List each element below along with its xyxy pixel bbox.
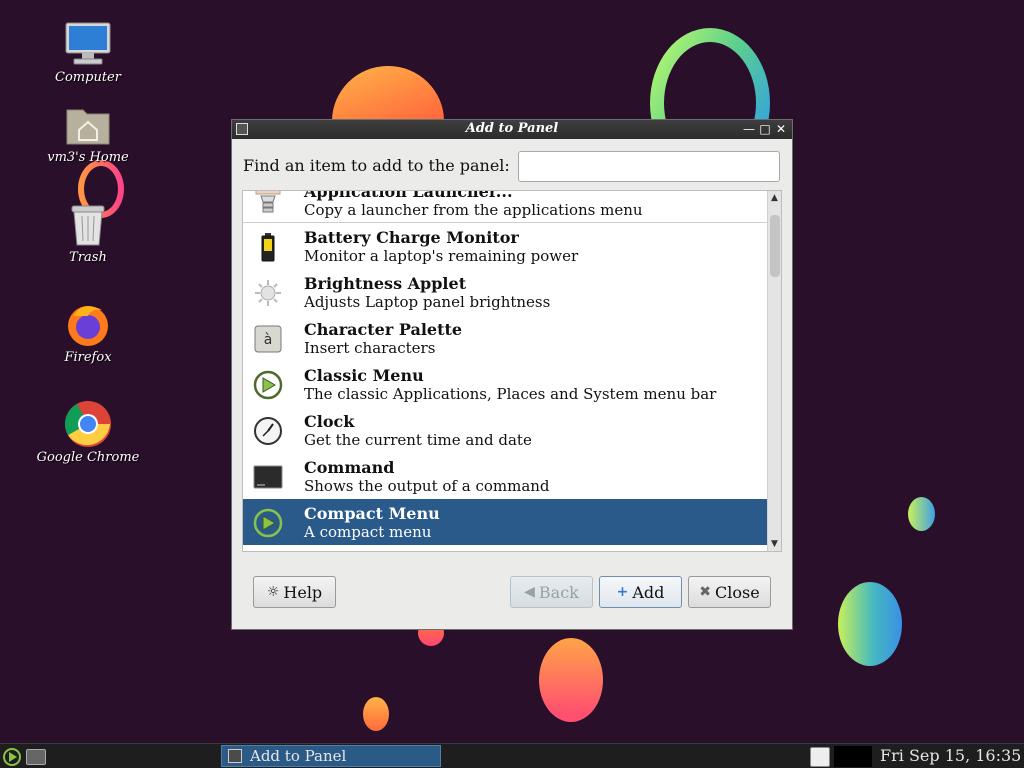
item-name: Clock [304,412,355,431]
find-label: Find an item to add to the panel: [243,156,510,175]
scroll-thumb[interactable] [770,215,780,277]
desktop-icon-home[interactable]: vm3's Home [33,100,143,165]
plus-icon: + [616,584,629,600]
list-item-command[interactable]: Command Shows the output of a command [243,453,769,499]
add-button-label: Add [632,582,665,602]
minimize-button[interactable]: — [742,122,756,136]
close-button[interactable]: ✖ Close [688,576,771,608]
list-item-clock[interactable]: Clock Get the current time and date [243,407,769,453]
firefox-icon [64,300,112,348]
help-button[interactable]: ☼ Help [253,576,336,608]
close-icon: ✖ [699,584,712,600]
list-item-application-launcher[interactable]: Application Launcher... Copy a launcher … [243,190,769,223]
maximize-button[interactable]: □ [758,122,772,136]
list-item-classic-menu[interactable]: Classic Menu The classic Applications, P… [243,361,769,407]
add-button[interactable]: + Add [599,576,682,608]
search-input[interactable] [518,151,780,182]
item-name: Classic Menu [304,366,424,385]
show-desktop-icon[interactable] [26,749,46,765]
wallpaper-shape [363,697,389,731]
back-button-label: Back [538,582,579,602]
desktop-icon-label: Firefox [64,350,112,365]
help-icon: ☼ [266,584,280,600]
scroll-down-arrow-icon[interactable]: ▼ [768,537,781,551]
desktop-icon-label: vm3's Home [47,150,129,165]
item-name: Command [304,458,395,477]
item-description: Shows the output of a command [304,477,550,495]
menu-icon [253,370,283,400]
desktop-icon-trash[interactable]: Trash [33,200,143,265]
chrome-icon [64,400,112,448]
battery-icon [253,232,283,262]
close-window-button[interactable]: ✕ [774,122,788,136]
character-palette-icon: à [253,324,283,354]
desktop-icon-label: Google Chrome [36,450,140,465]
item-list[interactable]: Application Launcher... Copy a launcher … [242,190,782,552]
clock-icon [253,416,283,446]
item-name: Compact Menu [304,504,440,523]
help-button-label: Help [283,582,323,602]
desktop-icon-firefox[interactable]: Firefox [33,300,143,365]
brightness-icon [253,278,283,308]
desktop-icon-computer[interactable]: Computer [33,20,143,85]
window-icon [228,749,242,763]
menu-icon[interactable] [2,747,22,767]
wallpaper-shape [838,582,902,666]
back-button[interactable]: ◀ Back [510,576,593,608]
tray-area [834,746,872,767]
item-description: Copy a launcher from the applications me… [304,201,643,219]
home-folder-icon [64,100,112,148]
item-name: Character Palette [304,320,463,339]
taskbar: Add to Panel Fri Sep 15, 16:35 [0,743,1024,768]
trash-icon [64,200,112,248]
back-arrow-icon: ◀ [524,584,535,600]
close-button-label: Close [715,582,760,602]
launcher-icon [253,191,283,216]
computer-icon [64,20,112,68]
tray-icon[interactable] [810,747,830,767]
clock[interactable]: Fri Sep 15, 16:35 [880,746,1021,765]
add-to-panel-dialog: Add to Panel — □ ✕ Find an item to add t… [231,119,793,630]
item-description: Adjusts Laptop panel brightness [304,293,551,311]
item-name: Battery Charge Monitor [304,228,519,247]
wallpaper-shape [539,638,603,722]
item-name: Application Launcher... [304,190,513,201]
item-description: Insert characters [304,339,436,357]
scroll-up-arrow-icon[interactable]: ▲ [768,191,781,205]
list-item-compact-menu[interactable]: Compact Menu A compact menu [243,499,769,545]
window-title: Add to Panel [465,121,559,136]
taskbar-window-label: Add to Panel [250,747,347,765]
desktop-icon-label: Trash [69,250,107,265]
list-item-character-palette[interactable]: à Character Palette Insert characters [243,315,769,361]
item-description: The classic Applications, Places and Sys… [304,385,717,403]
svg-text:à: à [264,332,273,348]
list-item-brightness-applet[interactable]: Brightness Applet Adjusts Laptop panel b… [243,269,769,315]
item-name: Brightness Applet [304,274,467,293]
item-description: Get the current time and date [304,431,532,449]
menu-icon [253,508,283,538]
terminal-icon [253,462,283,492]
list-item-battery-charge-monitor[interactable]: Battery Charge Monitor Monitor a laptop'… [243,223,769,269]
item-description: A compact menu [304,523,432,541]
desktop-icon-chrome[interactable]: Google Chrome [33,400,143,465]
desktop-icon-label: Computer [55,70,121,85]
taskbar-window-button[interactable]: Add to Panel [221,745,441,767]
list-scrollbar[interactable]: ▲ ▼ [767,191,781,551]
wallpaper-shape [908,497,935,531]
item-description: Monitor a laptop's remaining power [304,247,579,265]
titlebar[interactable]: Add to Panel — □ ✕ [232,120,792,139]
